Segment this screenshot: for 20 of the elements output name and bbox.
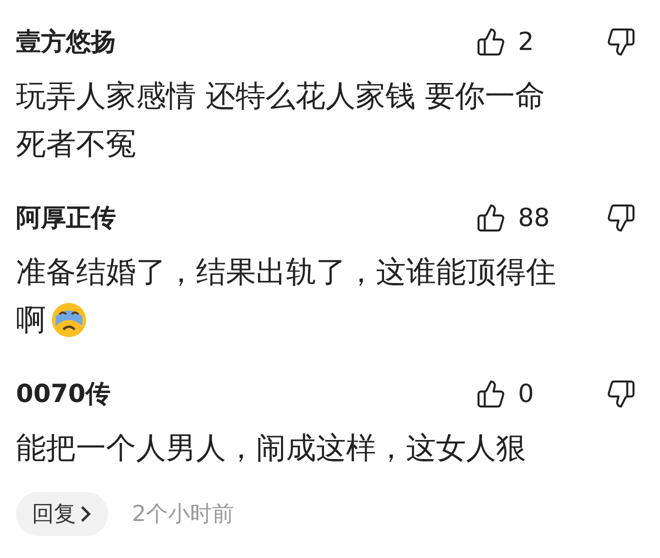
thumbs-up-icon [476, 203, 506, 233]
comment-text: 死者不冤 [16, 126, 136, 164]
thumbs-down-icon[interactable] [606, 203, 636, 233]
like-button[interactable]: 0 [476, 375, 606, 413]
comment-author: 壹方悠扬 [16, 26, 117, 58]
comment-text: 啊 [16, 302, 46, 340]
chevron-right-icon [80, 505, 92, 523]
thumbs-down-icon[interactable] [606, 27, 636, 57]
comment-author: 阿厚正传 [16, 202, 117, 234]
like-button[interactable]: 88 [476, 199, 606, 237]
thumbs-up-icon [476, 379, 506, 409]
comment-text: 准备结婚了，结果出轨了，这谁能顶得住 [16, 254, 556, 292]
thumbs-down-icon[interactable] [606, 379, 636, 409]
comment-text: 能把一个人男人，闹成这样，这女人狠 [16, 430, 526, 468]
comment-text: 玩弄人家感情 还特么花人家钱 要你一命 [16, 78, 546, 116]
reply-button[interactable]: 回复 [16, 492, 108, 536]
timestamp: 2个小时前 [132, 500, 234, 528]
like-button[interactable]: 2 [476, 23, 606, 61]
comment-author: 0070传 [16, 378, 112, 410]
thumbs-up-icon [476, 27, 506, 57]
